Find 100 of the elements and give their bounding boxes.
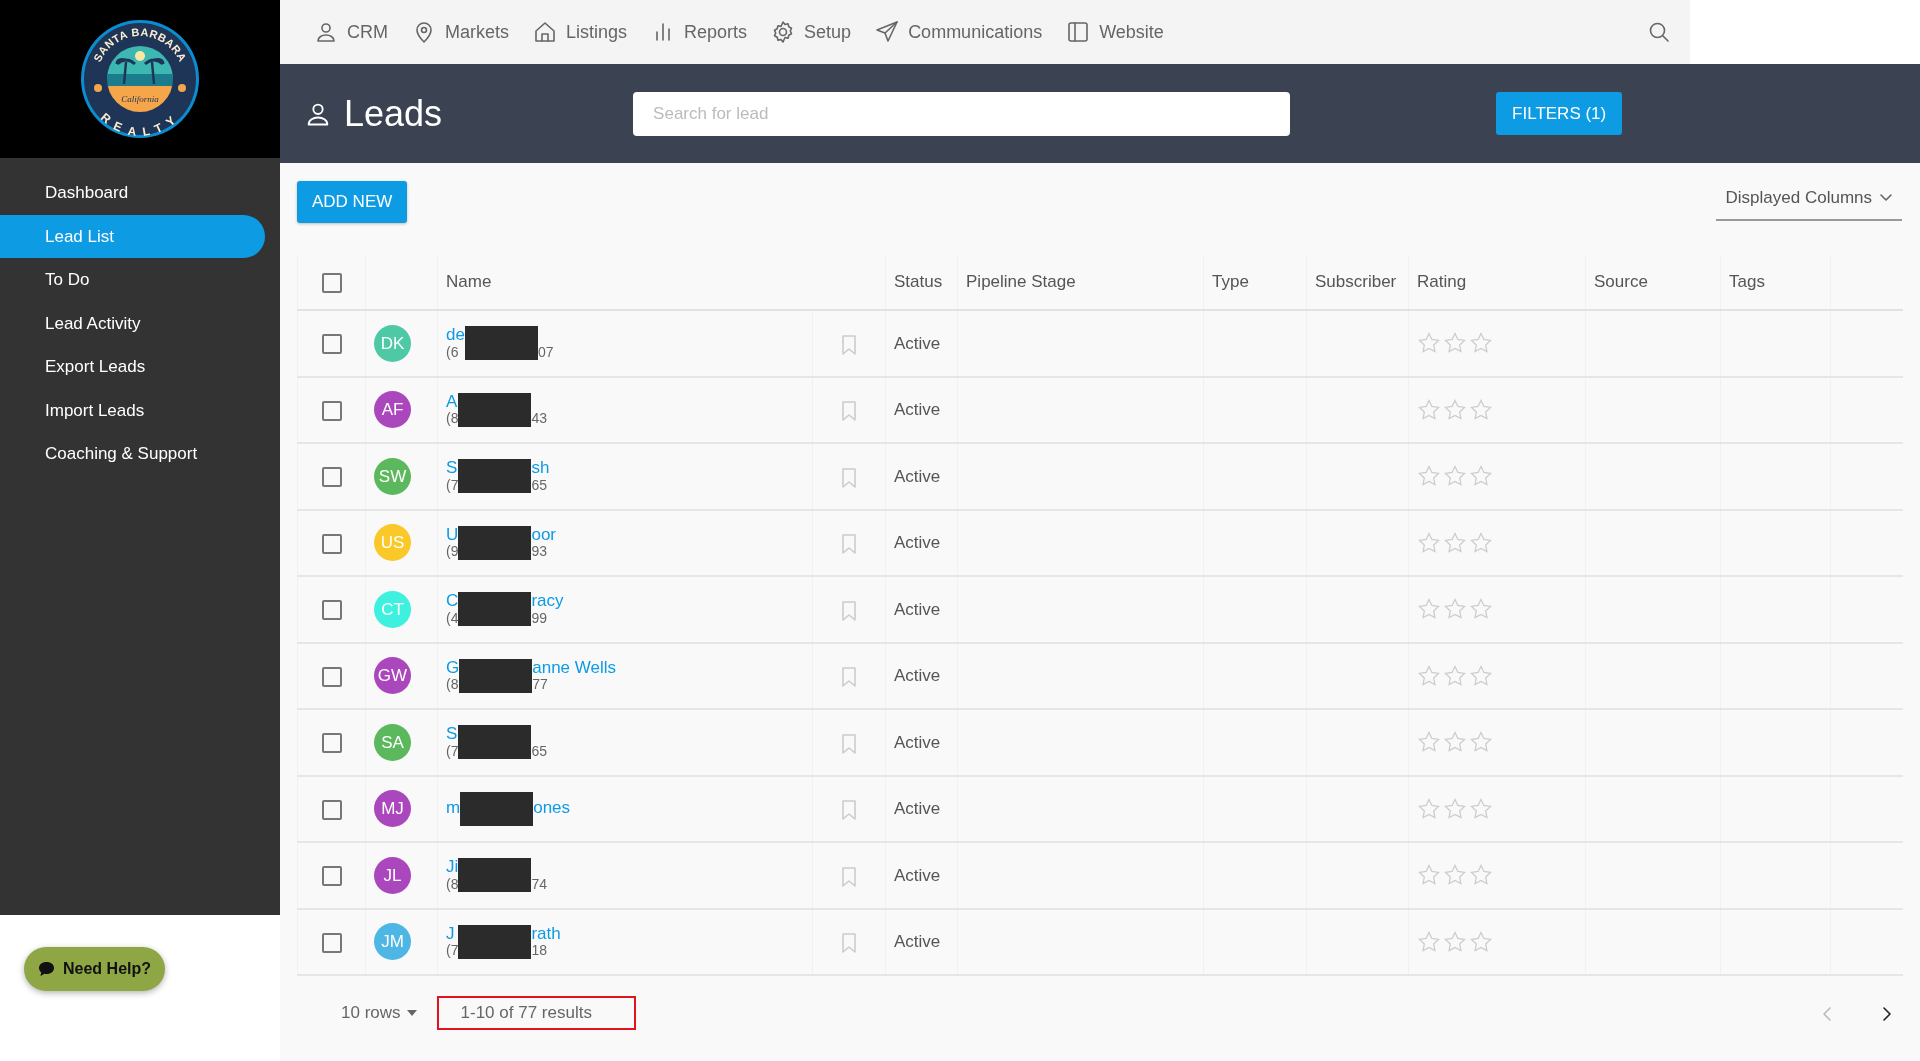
star-icon [1469,929,1493,954]
avatar: GW [374,657,411,695]
star-icon [1417,597,1441,622]
checkbox[interactable] [321,799,342,820]
sidebar-item[interactable]: Coaching & Support [0,432,265,476]
checkbox[interactable] [321,533,342,554]
lead-name-link[interactable]: C [446,592,459,611]
phone-number: 65 [531,477,549,494]
sidebar-panel-icon [1066,20,1091,44]
checkbox[interactable] [321,272,342,293]
star-icon [1469,663,1493,688]
lead-name-link[interactable]: A [446,392,459,412]
star-icon [1443,796,1467,821]
rows-per-page-dropdown[interactable]: 10 rows [335,999,423,1027]
bookmark-icon [841,401,857,422]
sidebar-item[interactable]: Dashboard [0,171,265,215]
checkbox[interactable] [321,866,342,886]
lead-name-link[interactable]: oor [531,525,557,545]
phone-number: (8 [446,411,459,427]
filters-button[interactable]: FILTERS (1) [1496,91,1623,136]
column-header: Pipeline Stage [966,272,1076,292]
status-text: Active [894,400,941,419]
lead-name-link[interactable]: Ji [446,858,459,877]
add-new-button[interactable]: ADD NEW [297,181,408,223]
chevron-right-icon [1882,1005,1892,1022]
lead-name-link[interactable]: rath [531,924,561,944]
chat-bubble-icon [38,961,55,977]
column-header: Source [1594,272,1648,292]
nav-link[interactable]: Setup [771,18,852,46]
person-icon [314,20,338,44]
lead-name-link[interactable]: anne Wells [532,658,617,678]
nav-link[interactable]: Markets [412,18,509,46]
phone-number: 74 [531,876,548,893]
star-icon [1417,331,1441,356]
star-icon [1417,397,1441,422]
lead-name-link[interactable]: ones [533,799,571,819]
phone-number: 93 [531,544,549,560]
lead-name-link[interactable]: m [446,799,461,819]
star-icon [1443,663,1467,688]
star-icon [1417,863,1441,888]
checkbox[interactable] [321,600,342,620]
avatar: US [374,524,411,562]
lead-name-link[interactable]: G [446,658,460,678]
phone-number: 99 [531,610,549,627]
status-text: Active [894,333,941,353]
avatar: SW [374,457,411,495]
bookmark-icon [841,467,857,488]
star-icon [1469,597,1493,622]
lead-name-link[interactable]: sh [531,459,550,478]
bookmark-icon [841,933,857,954]
star-icon [1443,730,1467,755]
checkbox[interactable] [321,467,342,487]
sidebar-item[interactable]: Import Leads [0,388,265,432]
avatar: CT [374,590,411,628]
phone-number: (7 [446,477,459,494]
phone-number: (7 [446,743,459,760]
star-icon [1417,796,1441,821]
checkbox[interactable] [321,932,342,953]
lead-name-link[interactable]: U [446,525,459,545]
results-count: 1-10 of 77 results [436,996,636,1030]
phone-number: 07 [537,344,554,361]
star-icon [1417,663,1441,688]
sidebar-item[interactable]: Lead Activity [0,301,265,345]
checkbox[interactable] [321,666,342,687]
nav-link[interactable]: CRM [314,18,388,46]
nav-link[interactable]: Listings [533,18,628,46]
nav-link[interactable]: Website [1066,18,1164,46]
sidebar-item[interactable]: Lead List [0,214,265,258]
lead-name-link[interactable]: S [446,725,459,744]
phone-number: 77 [532,677,549,693]
columns-dropdown[interactable]: Displayed Columns [1715,181,1902,221]
avatar: JM [374,923,411,961]
star-icon [1443,597,1467,622]
avatar: MJ [374,790,411,828]
star-icon [1417,530,1441,555]
search-icon [1647,20,1671,45]
checkbox[interactable] [321,400,342,421]
lead-name-link[interactable]: S [446,459,459,478]
status-text: Active [894,865,941,885]
star-icon [1469,796,1493,821]
checkbox[interactable] [321,334,342,354]
nav-link[interactable]: Communications [875,18,1043,46]
phone-number: (8 [446,677,460,693]
sidebar-item[interactable]: Export Leads [0,345,265,389]
search-field[interactable]: Search for lead [633,91,1291,136]
phone-number: (8 [446,876,459,893]
help-button[interactable]: Need Help? [24,947,165,991]
sidebar-item[interactable]: To Do [0,258,265,302]
lead-name-link[interactable]: de [446,326,465,345]
status-text: Active [894,932,941,951]
star-icon [1443,863,1467,888]
page-title: Leads [344,91,443,136]
checkbox[interactable] [321,733,342,753]
column-header: Status [894,272,943,292]
nav-link[interactable]: Reports [651,18,748,46]
lead-name-link[interactable]: J [446,924,459,944]
lead-name-link[interactable]: racy [531,592,564,611]
star-icon [1417,929,1441,954]
status-text: Active [894,466,941,486]
star-icon [1443,464,1467,489]
